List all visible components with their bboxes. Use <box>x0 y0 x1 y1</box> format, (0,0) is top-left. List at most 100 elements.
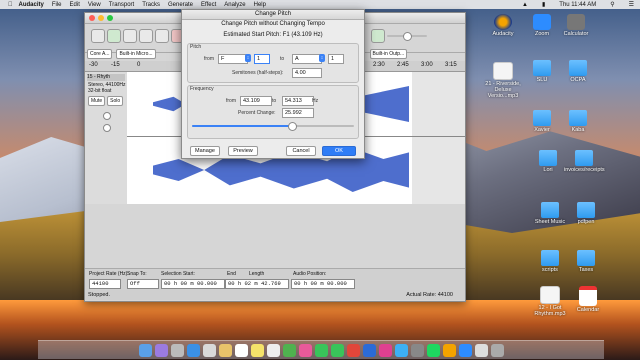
desktop-icon-audacity[interactable]: Audacity <box>483 14 523 37</box>
menu-generate[interactable]: Generate <box>168 2 193 8</box>
mail-icon[interactable] <box>202 343 216 357</box>
photos-icon[interactable] <box>298 343 312 357</box>
play-button[interactable] <box>107 29 121 43</box>
desktop-icon-i-got-rhythm-mp3[interactable]: 12 - I Got Rhythm.mp3 <box>530 286 570 317</box>
menu-analyze[interactable]: Analyze <box>224 2 245 8</box>
end-radio-label[interactable]: End <box>227 271 236 277</box>
launchpad-icon[interactable] <box>170 343 184 357</box>
to-octave-field[interactable]: 1 <box>328 54 344 64</box>
to-note-select[interactable]: A <box>292 54 322 64</box>
siri-icon[interactable] <box>154 343 168 357</box>
playback-speed-slider[interactable] <box>387 32 427 41</box>
itunes-icon[interactable] <box>378 343 392 357</box>
pause-button[interactable] <box>91 29 105 43</box>
close-button[interactable] <box>89 15 95 21</box>
system-preferences-icon[interactable] <box>410 343 424 357</box>
finder-icon[interactable] <box>138 343 152 357</box>
clock[interactable]: Thu 11:44 AM <box>559 2 596 8</box>
host-select[interactable]: Core A... <box>87 49 113 59</box>
slider-knob[interactable] <box>288 122 298 131</box>
freq-to-field[interactable]: 54.313 <box>282 96 314 106</box>
spotify-icon[interactable] <box>426 343 440 357</box>
trash-icon[interactable] <box>490 343 504 357</box>
stop-button[interactable] <box>123 29 137 43</box>
menu-tracks[interactable]: Tracks <box>142 2 160 8</box>
desktop-icon-calculator[interactable]: Calculator <box>556 14 596 37</box>
messages-icon[interactable] <box>314 343 328 357</box>
audio-position-field[interactable]: 00 h 00 m 00.000 s <box>291 279 355 295</box>
safari-icon[interactable] <box>186 343 200 357</box>
snap-select[interactable]: Off <box>127 279 159 289</box>
menu-edit[interactable]: Edit <box>70 2 80 8</box>
desktop-icon-slu[interactable]: SLU <box>522 60 562 83</box>
cancel-button[interactable]: Cancel <box>286 146 316 156</box>
output-device-select[interactable]: Built-in Outp... <box>369 49 408 59</box>
desktop-icon-scripts[interactable]: scripts <box>530 250 570 273</box>
play-at-speed-button[interactable] <box>371 29 385 43</box>
pan-knob[interactable] <box>103 124 111 132</box>
menu-help[interactable]: Help <box>254 2 266 8</box>
zoom-dock-icon[interactable] <box>458 343 472 357</box>
desktop-icon-kaba[interactable]: Kaba <box>558 110 598 133</box>
skip-end-button[interactable] <box>155 29 169 43</box>
desktop-icon-invoices[interactable]: invoices/receipts <box>564 150 605 173</box>
audio-file-icon <box>493 62 513 80</box>
percent-change-slider[interactable] <box>192 122 354 131</box>
desktop-icon-taxes[interactable]: Taxes <box>566 250 606 273</box>
selection-start-field[interactable]: 00 h 00 m 00.000 s <box>161 279 225 295</box>
desktop-icon-calendar[interactable]: Calendar <box>568 286 608 313</box>
notes-icon[interactable] <box>250 343 264 357</box>
desktop-icon-riverside-mp3[interactable]: 21 - Riverside, Deluxe Versio...mp3 <box>483 62 523 99</box>
menu-effect[interactable]: Effect <box>201 2 216 8</box>
battery-icon[interactable]: ▮ <box>542 1 545 8</box>
search-icon[interactable]: ⚲ <box>610 1 614 8</box>
desktop-icon-sheet-music[interactable]: Sheet Music <box>530 202 570 225</box>
tick-label: 2:45 <box>397 62 409 68</box>
app-store-icon[interactable] <box>394 343 408 357</box>
apple-icon[interactable]:  <box>8 2 13 8</box>
tick-label: 3:00 <box>421 62 433 68</box>
solo-button[interactable]: Solo <box>107 96 124 106</box>
freq-from-field[interactable]: 43.109 <box>240 96 272 106</box>
zoom-button[interactable] <box>107 15 113 21</box>
downloads-icon[interactable] <box>474 343 488 357</box>
maps-icon[interactable] <box>282 343 296 357</box>
ok-button[interactable]: OK <box>322 146 356 156</box>
facetime-icon[interactable] <box>330 343 344 357</box>
wifi-icon[interactable]: ▲ <box>522 2 528 8</box>
contacts-icon[interactable] <box>218 343 232 357</box>
desktop-icon-xavier[interactable]: Xavier <box>522 110 562 133</box>
manage-button[interactable]: Manage <box>190 146 220 156</box>
project-rate-select[interactable]: 44100 <box>89 279 121 289</box>
reminders-icon[interactable] <box>266 343 280 357</box>
desktop-icon-lori[interactable]: Lori <box>528 150 568 173</box>
semitones-field[interactable]: 4.00 <box>292 68 322 78</box>
from-note-stepper[interactable]: ↕ <box>245 54 251 62</box>
menu-view[interactable]: View <box>88 2 101 8</box>
menu-file[interactable]: File <box>52 2 62 8</box>
from-note-select[interactable]: F <box>218 54 248 64</box>
menu-app-name[interactable]: Audacity <box>19 2 44 8</box>
menu-transport[interactable]: Transport <box>109 2 134 8</box>
selection-end-field[interactable]: 00 h 02 m 42.769 s <box>225 279 289 295</box>
gain-knob[interactable] <box>103 112 111 120</box>
word-icon[interactable] <box>362 343 376 357</box>
audacity-dock-icon[interactable] <box>442 343 456 357</box>
desktop-icon-pdfpen[interactable]: pdfpen <box>566 202 606 225</box>
minimize-button[interactable] <box>98 15 104 21</box>
track-name-menu[interactable]: 15 - Rhyth <box>87 74 125 81</box>
length-radio-label[interactable]: Length <box>249 271 264 277</box>
skip-start-button[interactable] <box>139 29 153 43</box>
status-bar: Stopped. Actual Rate: 44100 <box>85 290 465 300</box>
percent-change-field[interactable]: 25.992 <box>282 108 314 118</box>
to-note-stepper[interactable]: ↕ <box>319 54 325 62</box>
mute-button[interactable]: Mute <box>88 96 106 106</box>
preview-button[interactable]: Preview <box>228 146 258 156</box>
menu-list-icon[interactable]: ☰ <box>629 1 634 8</box>
calendar-dock-icon[interactable] <box>234 343 248 357</box>
speed-knob[interactable] <box>403 32 412 41</box>
photo-booth-icon[interactable] <box>346 343 360 357</box>
input-device-select[interactable]: Built-in Micro... <box>116 49 156 59</box>
from-octave-field[interactable]: 1 <box>254 54 270 64</box>
desktop-icon-ocpa[interactable]: OCPA <box>558 60 598 83</box>
